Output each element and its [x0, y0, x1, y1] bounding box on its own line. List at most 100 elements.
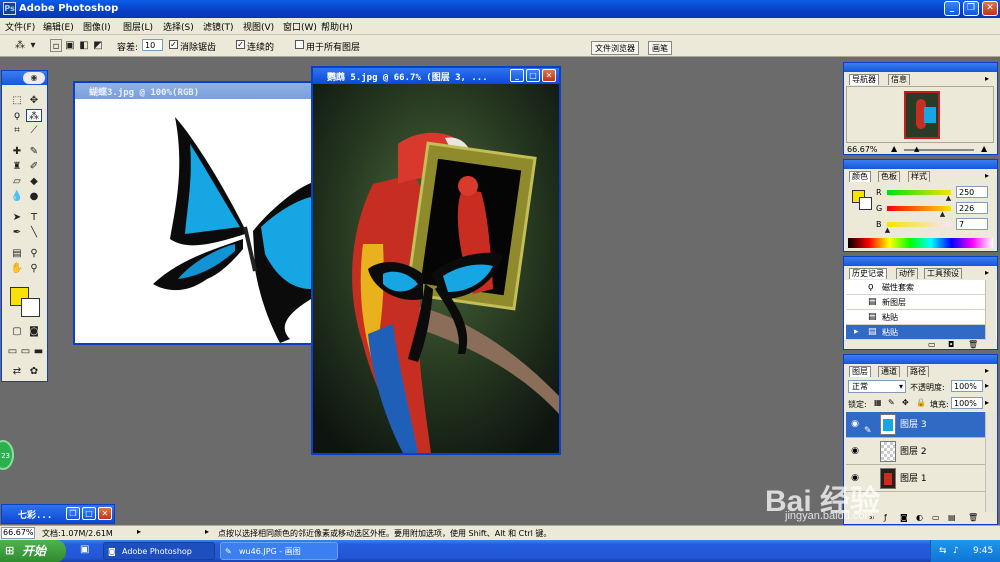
healing-brush-icon[interactable]: ✚: [9, 145, 25, 158]
channel-r-value[interactable]: 250: [956, 186, 988, 198]
channel-b-value[interactable]: 7: [956, 218, 988, 230]
doc-maximize-button[interactable]: □: [526, 69, 540, 82]
color-bg-swatch[interactable]: [859, 197, 872, 210]
doc-close-button[interactable]: ✕: [542, 69, 556, 82]
history-panel-header[interactable]: [844, 257, 997, 266]
quick-mask-icon[interactable]: ◙: [26, 325, 42, 338]
tab-layers[interactable]: 图层: [849, 366, 871, 377]
new-group-icon[interactable]: ▭: [932, 513, 940, 522]
butterfly-document-window[interactable]: 蝴蝶3.jpg @ 100%(RGB): [73, 81, 313, 345]
tab-tool-presets[interactable]: 工具预设: [924, 268, 962, 279]
tab-brushes[interactable]: 画笔: [648, 41, 672, 55]
layers-panel-header[interactable]: [844, 355, 997, 364]
notes-tool-icon[interactable]: ▤: [9, 247, 25, 260]
pen-tool-icon[interactable]: ✒: [9, 226, 25, 239]
history-item[interactable]: ϙ 磁性套索: [846, 280, 985, 295]
color-panel-menu-icon[interactable]: ▸: [985, 171, 989, 180]
network-icon[interactable]: ⇆: [939, 540, 947, 562]
blend-mode-select[interactable]: 正常 ▾: [848, 380, 906, 393]
butterfly-window-titlebar[interactable]: 蝴蝶3.jpg @ 100%(RGB): [75, 83, 311, 99]
lock-all-icon[interactable]: 🔒: [916, 398, 926, 407]
lock-pixels-icon[interactable]: ✎: [888, 398, 895, 407]
opacity-input[interactable]: 100%: [951, 380, 983, 392]
minimized-window-titlebar[interactable]: 七彩... ❐ □ ✕: [2, 505, 114, 523]
tab-info[interactable]: 信息: [888, 74, 910, 85]
menu-edit[interactable]: 编辑(E): [43, 20, 74, 33]
menu-view[interactable]: 视图(V): [243, 20, 274, 33]
task-paint[interactable]: ✎ wu46.JPG - 画图: [220, 542, 338, 560]
history-item[interactable]: ▤ 粘贴: [846, 310, 985, 325]
lock-transparency-icon[interactable]: ▦: [874, 398, 882, 407]
tab-paths[interactable]: 路径: [907, 366, 929, 377]
task-photoshop[interactable]: ◙ Adobe Photoshop: [103, 542, 215, 560]
min-maximize-button[interactable]: □: [82, 507, 96, 520]
delete-layer-icon[interactable]: 🗑: [968, 513, 978, 522]
fill-input[interactable]: 100%: [951, 397, 983, 409]
jump-to-imageready-icon[interactable]: ⇄: [9, 365, 25, 378]
background-color-swatch[interactable]: [21, 298, 40, 317]
parrot-document-window[interactable]: 鹦鹉 5.jpg @ 66.7% (图层 3, ... _ □ ✕: [311, 66, 561, 455]
hand-tool-icon[interactable]: ✋: [9, 262, 25, 275]
brush-tool-icon[interactable]: ✎: [26, 145, 42, 158]
contiguous-checkbox[interactable]: ✓: [236, 40, 245, 49]
color-panel-header[interactable]: [844, 160, 997, 169]
chevron-down-icon[interactable]: ▾: [28, 39, 38, 52]
navigator-panel-header[interactable]: [844, 63, 997, 72]
start-button[interactable]: ⊞ 开始: [0, 540, 66, 562]
clock[interactable]: 9:45: [973, 540, 993, 562]
navigator-preview[interactable]: [846, 86, 994, 143]
layer-style-icon[interactable]: ƒ: [884, 513, 887, 522]
paint-bucket-icon[interactable]: ◆: [26, 175, 42, 188]
eyedropper-tool-icon[interactable]: ⚲: [26, 247, 42, 260]
channel-r-slider[interactable]: [887, 190, 951, 195]
navigator-zoom-value[interactable]: 66.67%: [847, 145, 878, 154]
add-selection-icon[interactable]: ▣: [64, 39, 76, 52]
standard-mode-icon[interactable]: ▢: [9, 325, 25, 338]
lock-position-icon[interactable]: ✥: [902, 398, 909, 407]
fill-arrow-icon[interactable]: ▸: [985, 398, 989, 407]
screen-mode-full-icon[interactable]: ▬: [32, 345, 45, 358]
magic-wand-icon[interactable]: ⁂: [12, 39, 28, 52]
tab-navigator[interactable]: 导航器: [849, 74, 879, 85]
screen-mode-standard-icon[interactable]: ▭: [6, 345, 19, 358]
new-document-from-state-icon[interactable]: ▭: [928, 340, 936, 349]
type-tool-icon[interactable]: T: [26, 211, 42, 224]
tolerance-input[interactable]: 10: [142, 39, 163, 51]
status-menu-arrow-icon[interactable]: ▸: [137, 527, 141, 536]
adjustment-layer-icon[interactable]: ◐: [916, 513, 923, 522]
close-button[interactable]: ✕: [982, 1, 998, 16]
restore-button[interactable]: ❐: [963, 1, 979, 16]
channel-r-thumb-icon[interactable]: ▲: [946, 194, 951, 202]
min-restore-button[interactable]: ❐: [66, 507, 80, 520]
toolbox-header[interactable]: ◉: [2, 71, 47, 85]
antialias-checkbox[interactable]: ✓: [169, 40, 178, 49]
screen-mode-menu-icon[interactable]: ▭: [19, 345, 32, 358]
minimized-document-window[interactable]: 七彩... ❐ □ ✕: [1, 504, 115, 524]
panel-menu-arrow-icon[interactable]: ▸: [985, 74, 989, 83]
layer-row[interactable]: ◉ 图层 2: [846, 439, 985, 465]
floating-badge[interactable]: 23: [0, 440, 14, 470]
eraser-tool-icon[interactable]: ▱: [9, 175, 25, 188]
tab-history[interactable]: 历史记录: [849, 268, 887, 279]
minimize-button[interactable]: _: [944, 1, 960, 16]
tab-color[interactable]: 颜色: [849, 171, 871, 182]
zoom-in-icon[interactable]: ▲: [981, 144, 987, 153]
channel-b-thumb-icon[interactable]: ▲: [885, 226, 890, 234]
layers-panel-menu-icon[interactable]: ▸: [985, 366, 989, 375]
path-select-icon[interactable]: ➤: [9, 211, 25, 224]
history-brush-icon[interactable]: ✐: [26, 160, 42, 173]
blur-tool-icon[interactable]: 💧: [9, 190, 25, 203]
menu-help[interactable]: 帮助(H): [321, 20, 353, 33]
menu-filter[interactable]: 滤镜(T): [203, 20, 234, 33]
opacity-arrow-icon[interactable]: ▸: [985, 381, 989, 390]
eye-icon[interactable]: ◉: [849, 445, 861, 457]
tab-channels[interactable]: 通道: [878, 366, 900, 377]
doc-minimize-button[interactable]: _: [510, 69, 524, 82]
tab-actions[interactable]: 动作: [896, 268, 918, 279]
marquee-tool-icon[interactable]: ⬚: [9, 94, 25, 107]
tab-swatches[interactable]: 色板: [878, 171, 900, 182]
zoom-tool-icon[interactable]: ⚲: [26, 262, 42, 275]
tab-styles[interactable]: 样式: [908, 171, 930, 182]
intersect-selection-icon[interactable]: ◩: [92, 39, 104, 52]
lasso-tool-icon[interactable]: ϙ: [9, 109, 25, 122]
